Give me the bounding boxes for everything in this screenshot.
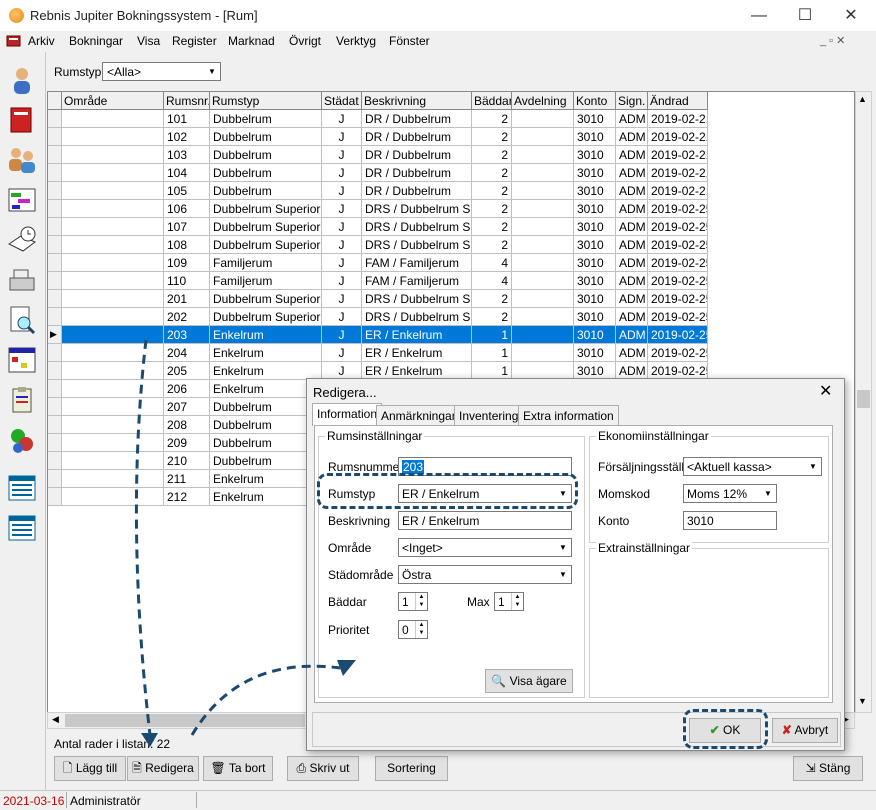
arrow-head-down [141,733,158,747]
tutorial-arrows [134,339,356,747]
arrow-edit-to-dialog [190,664,341,736]
arrow-grid-to-edit [134,339,152,736]
